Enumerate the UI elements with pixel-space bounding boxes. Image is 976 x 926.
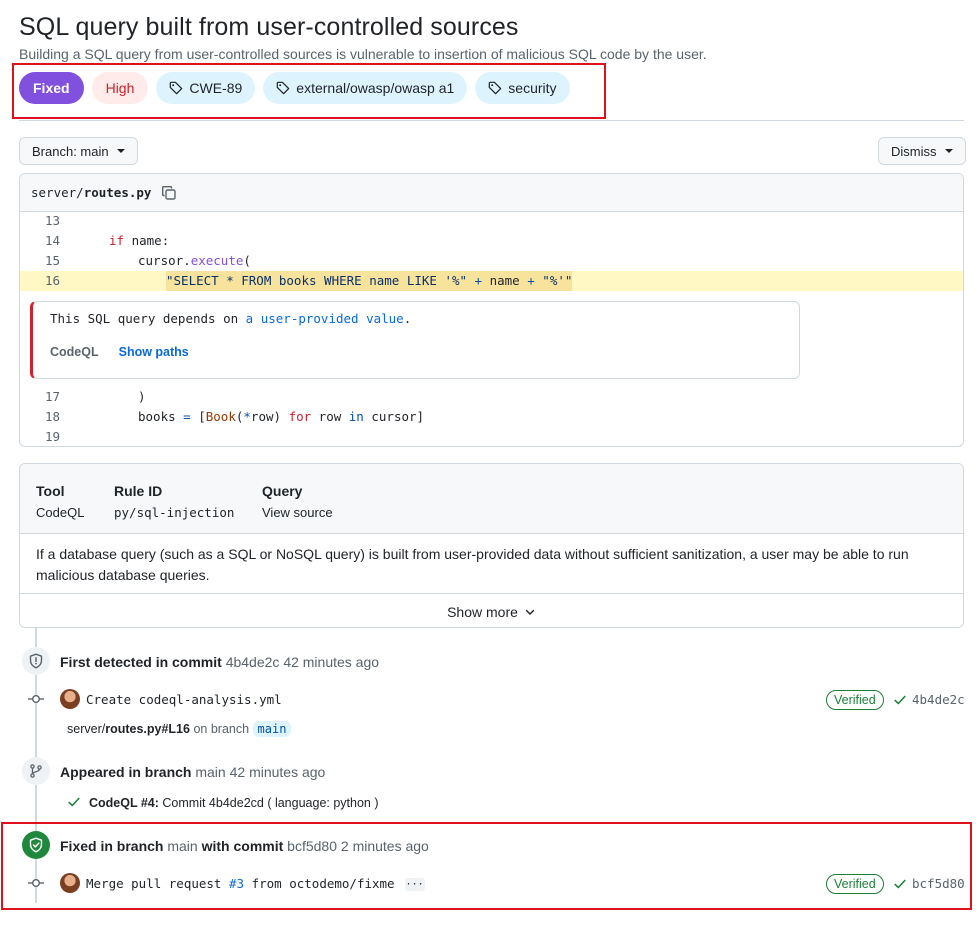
commit-location: server/routes.py#L16 on branch main [67,721,292,737]
branch-select-button[interactable]: Branch: main [19,137,138,165]
line-content: if name: [109,233,170,248]
check-icon [894,695,906,704]
annotation-highlight-labels [12,63,606,119]
appeared-event: Appeared in branch main 42 minutes ago [60,764,326,780]
code-line: 17 ) [20,387,963,407]
alert-message: This SQL query depends on a user-provide… [50,311,412,326]
line-number: 13 [44,213,60,228]
chevron-down-icon [944,149,953,153]
analysis-run: CodeQL #4: Commit 4b4de2cd ( language: p… [67,795,379,810]
file-link[interactable]: routes.py#L16 [105,722,190,736]
line-number: 17 [44,389,60,404]
rule-info-header: Tool CodeQL Rule ID py/sql-injection Que… [20,464,963,534]
copy-icon[interactable] [161,185,177,201]
code-line: 14 if name: [20,231,963,251]
line-content: cursor.execute( [138,253,251,268]
line-content: "SELECT * FROM books WHERE name LIKE '%"… [166,271,573,291]
code-line: 18 books = [Book(*row) for row in cursor… [20,407,963,427]
line-content: ) [138,389,146,404]
line-number: 18 [44,409,60,424]
chevron-down-icon [116,149,125,153]
alert-annotation: This SQL query depends on a user-provide… [30,301,800,379]
code-snippet: server/routes.py 13 14 if name: 15 curso… [19,173,964,447]
code-line-highlighted: 16 "SELECT * FROM books WHERE name LIKE … [20,271,963,291]
commit-sha[interactable]: 4b4de2c [893,692,965,707]
check-icon [68,797,80,807]
query-column: Query View source [262,483,333,520]
git-branch-icon [22,757,50,785]
line-number: 15 [44,253,60,268]
commit-icon [28,691,44,707]
line-number: 16 [44,273,60,288]
dismiss-button[interactable]: Dismiss [878,137,966,165]
header-divider [19,120,964,121]
first-detected-sha[interactable]: 4b4de2c [226,654,280,670]
rule-id-column: Rule ID py/sql-injection [114,483,235,520]
file-path-header: server/routes.py [20,174,963,212]
alert-annotation-area: This SQL query depends on a user-provide… [20,291,963,386]
file-name: routes.py [83,185,152,200]
alert-tool: CodeQL [50,345,99,359]
show-paths-link[interactable]: Show paths [119,345,189,359]
branch-select-label: Branch: main [32,143,109,159]
code-line: 13 [20,211,963,231]
view-source-link[interactable]: View source [262,505,333,520]
show-more-button[interactable]: Show more [20,593,963,627]
shield-icon [22,647,50,675]
run-link[interactable]: CodeQL #4: [89,796,159,810]
code-line: 19 [20,427,963,446]
line-content: books = [Book(*row) for row in cursor] [138,409,425,424]
dismiss-label: Dismiss [891,143,937,159]
line-number: 14 [44,233,60,248]
commit-message[interactable]: Create codeql-analysis.yml [86,692,282,707]
first-detected-event: First detected in commit 4b4de2c 42 minu… [60,654,380,670]
chevron-down-icon [525,609,535,615]
rule-description: If a database query (such as a SQL or No… [36,546,909,583]
annotation-highlight-fixed [1,822,972,910]
code-line: 15 cursor.execute( [20,251,963,271]
verified-badge[interactable]: Verified [826,690,884,710]
avatar[interactable] [60,689,80,709]
alert-footer: CodeQL Show paths [50,345,189,359]
branch-tag[interactable]: main [252,721,292,737]
user-value-link[interactable]: a user-provided value [246,311,404,326]
page-title: SQL query built from user-controlled sou… [19,13,519,41]
rule-info-panel: Tool CodeQL Rule ID py/sql-injection Que… [19,463,964,628]
file-path-prefix: server/ [31,185,84,200]
tool-column: Tool CodeQL [36,483,85,520]
line-number: 19 [44,429,60,444]
page-subtitle: Building a SQL query from user-controlle… [19,46,707,62]
